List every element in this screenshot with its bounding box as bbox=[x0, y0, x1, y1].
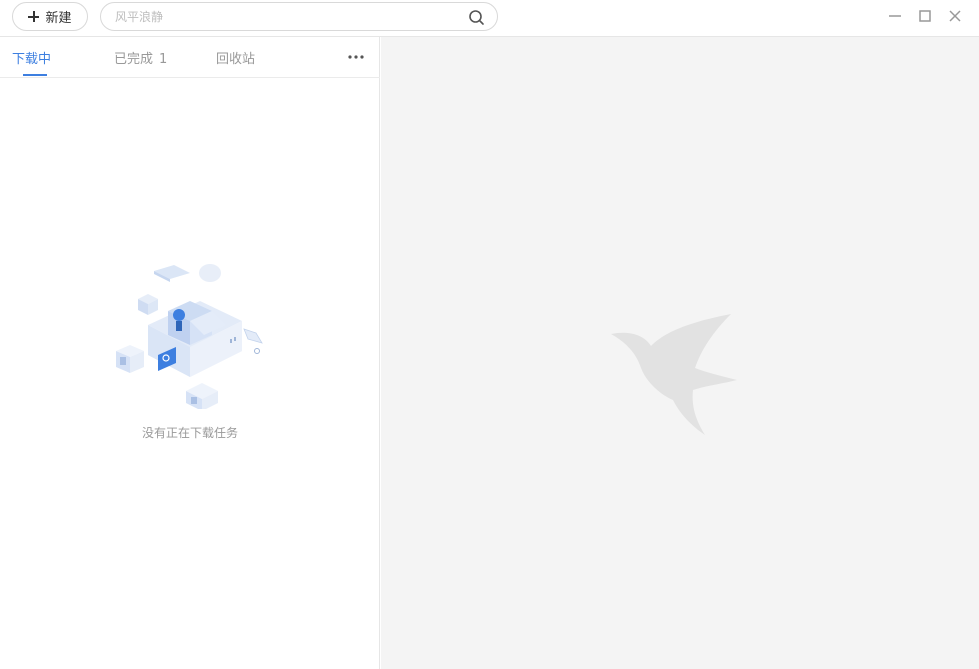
tab-label: 下载中 bbox=[12, 52, 52, 67]
empty-box-illustration bbox=[116, 264, 263, 409]
new-task-label: 新建 bbox=[45, 11, 72, 26]
plus-icon bbox=[28, 11, 40, 22]
search-box bbox=[100, 2, 498, 31]
minimize-button[interactable] bbox=[884, 5, 906, 27]
maximize-button[interactable] bbox=[914, 5, 936, 27]
search-icon[interactable] bbox=[468, 9, 485, 26]
hummingbird-logo bbox=[611, 314, 737, 435]
tab-count: 1 bbox=[159, 52, 168, 67]
tab-label: 回收站 bbox=[216, 52, 256, 67]
search-input[interactable] bbox=[115, 3, 455, 30]
title-bar: 新建 bbox=[0, 0, 979, 37]
tab-completed[interactable]: 已完成 1 bbox=[114, 48, 167, 67]
maximize-icon bbox=[919, 10, 931, 22]
tab-downloading[interactable]: 下载中 bbox=[12, 48, 51, 67]
new-task-button[interactable]: 新建 bbox=[12, 2, 88, 31]
detail-panel bbox=[381, 37, 979, 669]
tab-recycle-bin[interactable]: 回收站 bbox=[216, 48, 255, 67]
task-tabs: 下载中 已完成 1 回收站 bbox=[0, 37, 380, 78]
more-icon[interactable] bbox=[346, 50, 366, 64]
task-list-panel: 下载中 已完成 1 回收站 没有正在下载任务 bbox=[0, 37, 380, 669]
empty-state-text: 没有正在下载任务 bbox=[141, 426, 238, 440]
close-button[interactable] bbox=[944, 5, 966, 27]
tab-label: 已完成 bbox=[114, 52, 154, 67]
active-tab-indicator bbox=[23, 74, 47, 76]
minimize-icon bbox=[889, 15, 901, 17]
close-icon bbox=[949, 10, 961, 22]
